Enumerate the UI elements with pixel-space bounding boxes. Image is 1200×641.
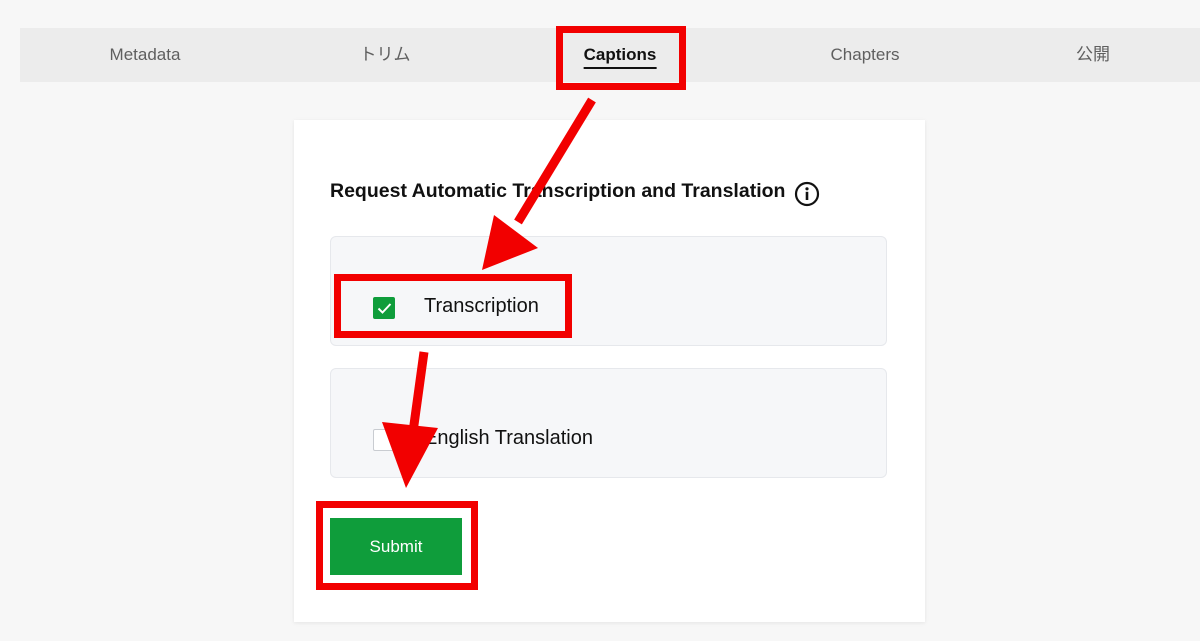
tab-bar: Metadata トリム Captions Chapters 公開 (20, 28, 1200, 82)
tab-trim[interactable]: トリム (360, 28, 411, 82)
english-translation-label[interactable]: English Translation (424, 427, 593, 450)
tab-captions-label: Captions (583, 45, 657, 64)
section-heading: Request Automatic Transcription and Tran… (330, 180, 820, 206)
english-translation-option: English Translation (330, 368, 887, 478)
checkmark-icon (377, 303, 392, 314)
tab-captions[interactable]: Captions (583, 28, 657, 82)
info-circle-icon[interactable] (794, 181, 820, 206)
transcription-label[interactable]: Transcription (424, 295, 539, 318)
section-heading-text: Request Automatic Transcription and Tran… (330, 180, 786, 202)
transcription-checkbox[interactable] (373, 297, 395, 319)
english-translation-checkbox[interactable] (373, 429, 395, 451)
active-tab-underline (583, 67, 657, 69)
tab-publish[interactable]: 公開 (1076, 28, 1110, 82)
tab-chapters[interactable]: Chapters (831, 28, 900, 82)
tab-metadata[interactable]: Metadata (110, 28, 181, 82)
captions-card: Request Automatic Transcription and Tran… (294, 120, 925, 622)
transcription-option: Transcription (330, 236, 887, 346)
submit-button[interactable]: Submit (330, 518, 462, 575)
